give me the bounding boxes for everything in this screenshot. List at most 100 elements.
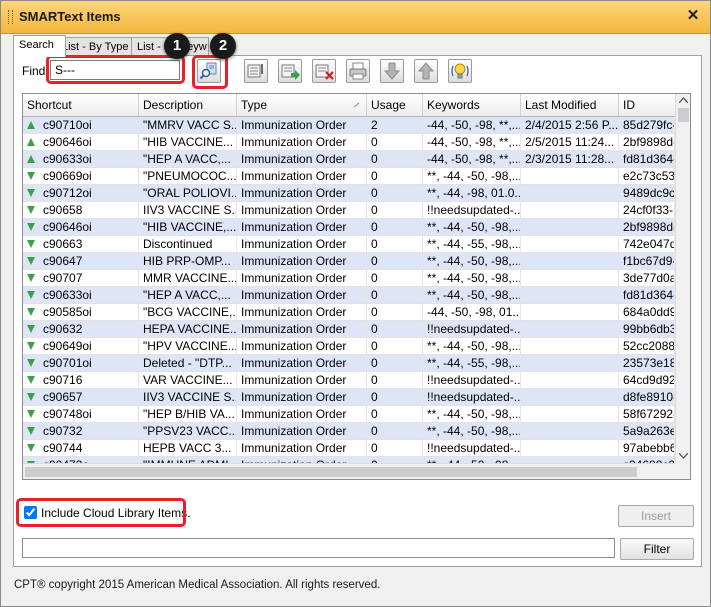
shortcut-text: c90646oi	[43, 135, 92, 149]
smartext-table[interactable]: Shortcut Description Type Usage Keywords…	[22, 93, 691, 480]
cell-last-modified	[521, 270, 619, 286]
cell-last-modified	[521, 440, 619, 456]
cell-usage: 0	[367, 440, 423, 456]
close-icon[interactable]: ✕	[684, 7, 702, 25]
print-button[interactable]	[346, 59, 370, 83]
table-row[interactable]: c90707 MMR VACCINE... Immunization Order 0 *…	[23, 270, 675, 287]
vertical-scroll-thumb[interactable]	[678, 108, 689, 122]
cell-type: Immunization Order	[237, 270, 367, 286]
move-down-button[interactable]	[380, 59, 404, 83]
cell-id: 58f67292-	[619, 406, 675, 422]
cell-keywords: **, -44, -50, -98,...	[423, 219, 521, 235]
insert-button[interactable]: Insert	[618, 505, 694, 527]
edit-item-button[interactable]	[244, 59, 268, 83]
add-item-button[interactable]	[278, 59, 302, 83]
cell-id: 52cc2088	[619, 338, 675, 354]
cell-shortcut: c90710oi	[23, 117, 139, 133]
cell-last-modified: 2/4/2015 2:56 P...	[521, 117, 619, 133]
tab-list-by-type[interactable]: List - By Type	[56, 37, 141, 57]
scroll-up-icon[interactable]	[679, 97, 688, 103]
arrow-down-icon	[27, 427, 35, 435]
arrow-down-icon	[27, 291, 35, 299]
table-row[interactable]: c90646oi "HIB VACCINE,... Immunization Ord…	[23, 219, 675, 236]
column-keywords[interactable]: Keywords	[423, 94, 521, 116]
arrow-down-icon	[27, 325, 35, 333]
cell-type: Immunization Order	[237, 406, 367, 422]
shortcut-text: c90701oi	[43, 356, 92, 370]
arrow-down-icon	[27, 342, 35, 350]
filter-button[interactable]: Filter	[620, 538, 694, 560]
cell-description: "BCG VACCINE,...	[139, 304, 237, 320]
column-usage[interactable]: Usage	[367, 94, 423, 116]
cell-description: "PNEUMOCOC...	[139, 168, 237, 184]
table-row[interactable]: c90646oi "HIB VACCINE... Immunization Orde…	[23, 134, 675, 151]
cell-keywords: **, -44, -98, 01.0...	[423, 185, 521, 201]
cell-last-modified	[521, 423, 619, 439]
scroll-down-icon[interactable]	[679, 453, 688, 459]
title-bar[interactable]: SMARText Items ✕	[1, 1, 710, 34]
cell-usage: 0	[367, 134, 423, 150]
table-row[interactable]: c90632 HEPA VACCINE... Immunization Order 0…	[23, 321, 675, 338]
table-row[interactable]: c90716 VAR VACCINE... Immunization Order 0!…	[23, 372, 675, 389]
table-row[interactable]: c90657 IIV3 VACCINE S... Immunization Orde…	[23, 389, 675, 406]
cell-type: Immunization Order	[237, 168, 367, 184]
column-description[interactable]: Description	[139, 94, 237, 116]
step-badge-2: 2	[210, 33, 236, 59]
cell-description: "HEP A VACC,...	[139, 151, 237, 167]
vertical-scrollbar[interactable]	[675, 94, 690, 463]
table-row[interactable]: c90649oi "HPV VACCINE... Immunization Orde…	[23, 338, 675, 355]
table-row[interactable]: c90710oi "MMRV VACC S... Immunization Orde…	[23, 117, 675, 134]
print-icon	[349, 62, 367, 80]
table-row[interactable]: c90669oi "PNEUMOCOC... Immunization Order 0…	[23, 168, 675, 185]
cell-description: "PPSV23 VACC...	[139, 423, 237, 439]
cell-usage: 0	[367, 253, 423, 269]
shortcut-text: c90748oi	[43, 407, 92, 421]
cell-description: HIB PRP-OMP...	[139, 253, 237, 269]
cell-id: fd81d364-	[619, 287, 675, 303]
column-type[interactable]: Type	[237, 94, 367, 116]
cell-last-modified	[521, 338, 619, 354]
cell-id: 97abebb6	[619, 440, 675, 456]
cell-type: Immunization Order	[237, 389, 367, 405]
table-row[interactable]: c90647 HIB PRP-OMP... Immunization Order 0 *…	[23, 253, 675, 270]
add-item-icon	[281, 64, 300, 80]
cell-id: 5a9a263e	[619, 423, 675, 439]
table-row[interactable]: c90748oi "HEP B/HIB VA... Immunization Ord…	[23, 406, 675, 423]
cell-description: "HEP A VACC,...	[139, 287, 237, 303]
cell-usage: 0	[367, 389, 423, 405]
shortcut-text: c90669oi	[43, 169, 92, 183]
cell-usage: 0	[367, 406, 423, 422]
move-up-button[interactable]	[414, 59, 438, 83]
shortcut-text: c90585oi	[43, 305, 92, 319]
column-last-modified[interactable]: Last Modified	[521, 94, 619, 116]
table-row[interactable]: c90658 IIV3 VACCINE S... Immunization Orde…	[23, 202, 675, 219]
step-badge-1: 1	[164, 33, 190, 59]
delete-item-button[interactable]	[312, 59, 336, 83]
table-row[interactable]: c90585oi "BCG VACCINE,... Immunization Ord…	[23, 304, 675, 321]
cell-usage: 0	[367, 287, 423, 303]
table-row[interactable]: c90633oi "HEP A VACC,... Immunization Orde…	[23, 151, 675, 168]
idea-button[interactable]	[448, 59, 472, 83]
cell-id: d8fe8910-	[619, 389, 675, 405]
column-shortcut[interactable]: Shortcut	[23, 94, 139, 116]
table-row[interactable]: c90633oi "HEP A VACC,... Immunization Orde…	[23, 287, 675, 304]
cell-id: e2c73c53	[619, 168, 675, 184]
table-row[interactable]: c90701oi Deleted - "DTP... Immunization Or…	[23, 355, 675, 372]
table-row[interactable]: c90732 "PPSV23 VACC... Immunization Order 0…	[23, 423, 675, 440]
cell-type: Immunization Order	[237, 287, 367, 303]
delete-item-icon	[315, 64, 334, 80]
table-row[interactable]: c90663 Discontinued Immunization Order 0 **,…	[23, 236, 675, 253]
arrow-down-icon	[27, 376, 35, 384]
horizontal-scroll-thumb[interactable]	[25, 467, 637, 477]
cell-shortcut: c90585oi	[23, 304, 139, 320]
filter-input[interactable]	[22, 538, 615, 558]
cell-keywords: **, -44, -50, -98,...	[423, 423, 521, 439]
arrow-down-icon	[27, 189, 35, 197]
horizontal-scrollbar[interactable]	[23, 463, 675, 479]
table-row[interactable]: c90712oi "ORAL POLIOVI... Immunization Ord…	[23, 185, 675, 202]
tab-search[interactable]: Search	[13, 35, 66, 57]
title-grip	[8, 10, 13, 24]
table-row[interactable]: c90744 HEPB VACC 3... Immunization Order 0!…	[23, 440, 675, 457]
search-button-highlight	[192, 55, 228, 89]
idea-icon	[451, 63, 469, 79]
